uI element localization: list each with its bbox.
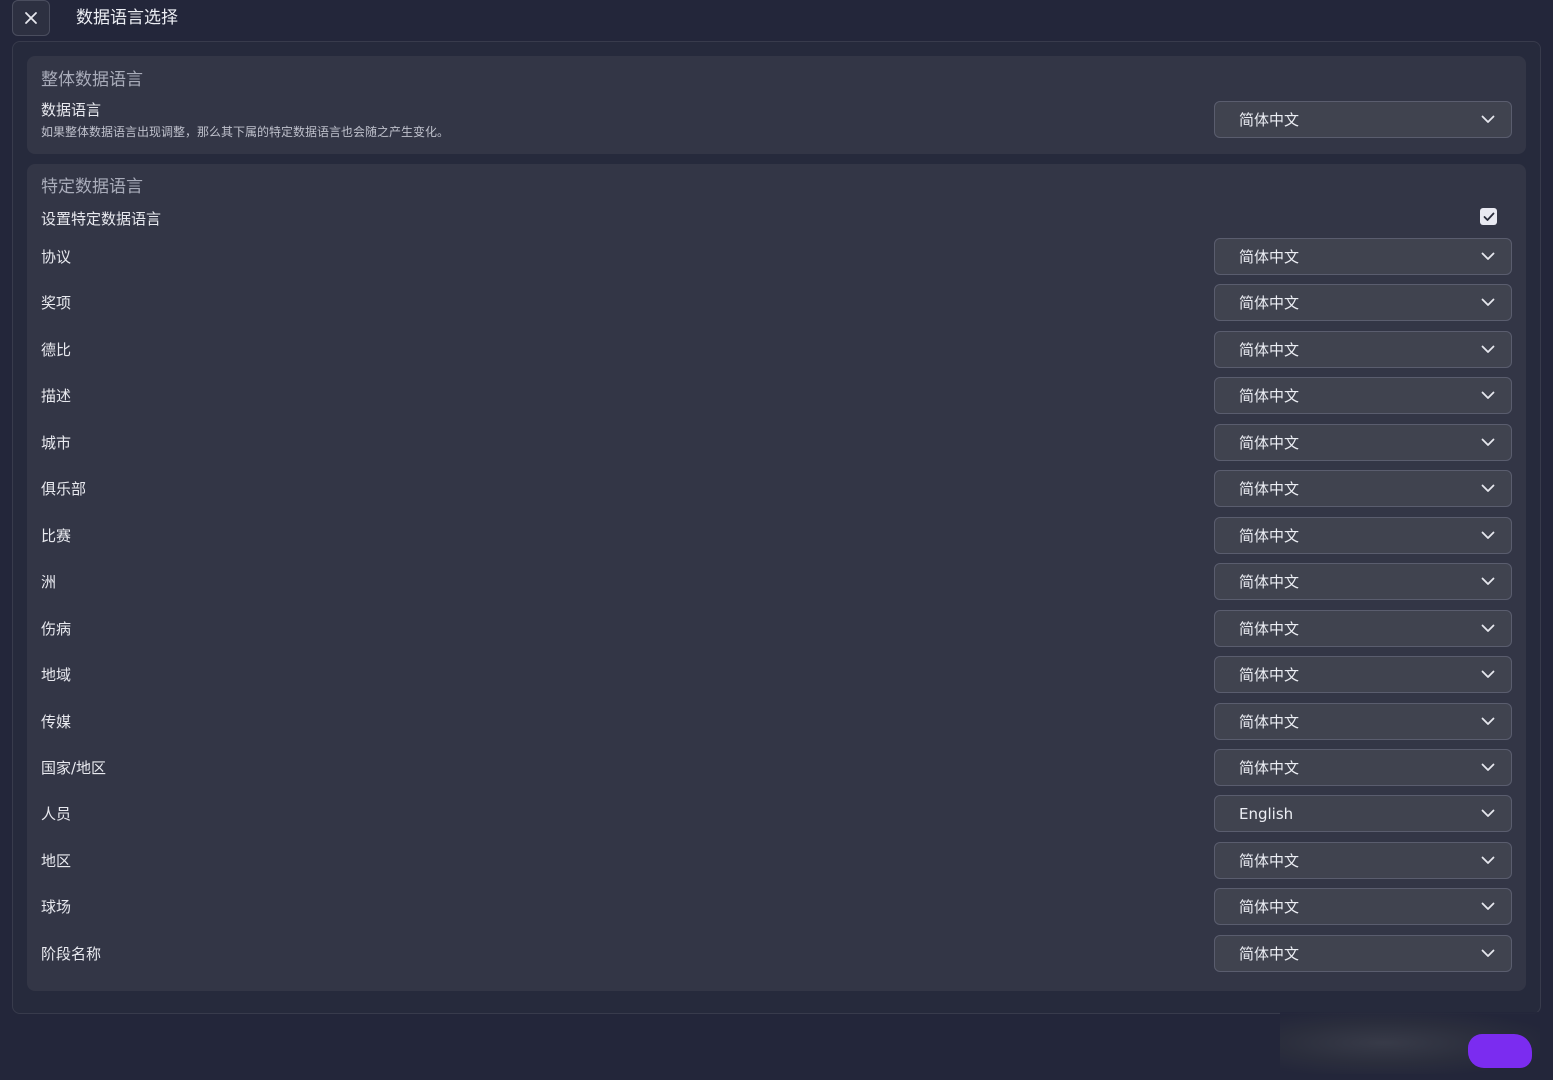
select-value: 简体中文 <box>1239 294 1300 312</box>
language-row-label: 阶段名称 <box>41 945 102 963</box>
language-row-label: 人员 <box>41 805 72 823</box>
language-row-select[interactable]: 简体中文 <box>1214 842 1512 879</box>
chevron-down-icon <box>1481 577 1495 586</box>
chevron-down-icon <box>1481 252 1495 261</box>
select-value: 简体中文 <box>1239 573 1300 591</box>
close-icon <box>25 12 37 24</box>
chevron-down-icon <box>1481 484 1495 493</box>
chevron-down-icon <box>1481 624 1495 633</box>
language-row-label: 描述 <box>41 387 72 405</box>
language-row-label: 球场 <box>41 898 72 916</box>
language-row-label: 奖项 <box>41 294 72 312</box>
select-value: 简体中文 <box>1239 527 1300 545</box>
global-section-title: 整体数据语言 <box>41 70 143 90</box>
select-value: 简体中文 <box>1239 434 1300 452</box>
language-row-select[interactable]: 简体中文 <box>1214 656 1512 693</box>
select-value: 简体中文 <box>1239 666 1300 684</box>
language-row-select[interactable]: 简体中文 <box>1214 749 1512 786</box>
language-row-label: 协议 <box>41 248 72 266</box>
specific-language-checkbox[interactable] <box>1480 208 1497 225</box>
language-row-select[interactable]: 简体中文 <box>1214 377 1512 414</box>
chevron-down-icon <box>1481 763 1495 772</box>
chevron-down-icon <box>1481 438 1495 447</box>
select-value: English <box>1239 804 1294 823</box>
language-row-select[interactable]: 简体中文 <box>1214 424 1512 461</box>
select-value: 简体中文 <box>1239 248 1300 266</box>
specific-language-card: 特定数据语言 设置特定数据语言 协议 简体中文 奖项 简体中文 德比 简体中文 描述 简体中文… <box>27 164 1526 991</box>
specific-section-title: 特定数据语言 <box>41 177 143 197</box>
language-row-select[interactable]: 简体中文 <box>1214 238 1512 275</box>
language-row-label: 国家/地区 <box>41 759 107 777</box>
language-row-label: 比赛 <box>41 527 72 545</box>
language-row-label: 地域 <box>41 666 72 684</box>
language-row-select[interactable]: 简体中文 <box>1214 470 1512 507</box>
select-value: 简体中文 <box>1239 620 1300 638</box>
select-value: 简体中文 <box>1239 387 1300 405</box>
chevron-down-icon <box>1481 298 1495 307</box>
language-row-label: 城市 <box>41 434 72 452</box>
language-row-label: 传媒 <box>41 713 72 731</box>
language-row-select[interactable]: English <box>1214 795 1512 832</box>
language-row-select[interactable]: 简体中文 <box>1214 284 1512 321</box>
language-row-select[interactable]: 简体中文 <box>1214 610 1512 647</box>
page-title: 数据语言选择 <box>76 8 178 28</box>
language-row-select[interactable]: 简体中文 <box>1214 517 1512 554</box>
language-row-select[interactable]: 简体中文 <box>1214 703 1512 740</box>
language-row-select[interactable]: 简体中文 <box>1214 331 1512 368</box>
select-value: 简体中文 <box>1239 852 1300 870</box>
language-row-select[interactable]: 简体中文 <box>1214 888 1512 925</box>
language-row-select[interactable]: 简体中文 <box>1214 935 1512 972</box>
global-language-select[interactable]: 简体中文 <box>1214 101 1512 138</box>
chevron-down-icon <box>1481 717 1495 726</box>
language-row-label: 洲 <box>41 573 57 591</box>
select-value: 简体中文 <box>1239 759 1300 777</box>
select-value: 简体中文 <box>1239 111 1300 129</box>
chevron-down-icon <box>1481 345 1495 354</box>
specific-toggle-label: 设置特定数据语言 <box>41 210 162 228</box>
select-value: 简体中文 <box>1239 898 1300 916</box>
title-bar: 数据语言选择 <box>0 0 1553 40</box>
checkmark-icon <box>1483 212 1494 221</box>
chevron-down-icon <box>1481 856 1495 865</box>
chevron-down-icon <box>1481 809 1495 818</box>
chevron-down-icon <box>1481 115 1495 124</box>
global-language-card: 整体数据语言 数据语言 如果整体数据语言出现调整，那么其下属的特定数据语言也会随… <box>27 56 1526 154</box>
select-value: 简体中文 <box>1239 713 1300 731</box>
language-row-label: 地区 <box>41 852 72 870</box>
language-row-label: 伤病 <box>41 620 72 638</box>
purple-badge <box>1468 1034 1532 1068</box>
chevron-down-icon <box>1481 670 1495 679</box>
data-language-description: 如果整体数据语言出现调整，那么其下属的特定数据语言也会随之产生变化。 <box>41 125 450 139</box>
language-row-label: 德比 <box>41 341 72 359</box>
chevron-down-icon <box>1481 391 1495 400</box>
language-row-label: 俱乐部 <box>41 480 87 498</box>
select-value: 简体中文 <box>1239 341 1300 359</box>
chevron-down-icon <box>1481 902 1495 911</box>
data-language-label: 数据语言 <box>41 101 102 119</box>
language-row-select[interactable]: 简体中文 <box>1214 563 1512 600</box>
chevron-down-icon <box>1481 949 1495 958</box>
select-value: 简体中文 <box>1239 945 1300 963</box>
chevron-down-icon <box>1481 531 1495 540</box>
select-value: 简体中文 <box>1239 480 1300 498</box>
close-button[interactable] <box>12 0 50 36</box>
